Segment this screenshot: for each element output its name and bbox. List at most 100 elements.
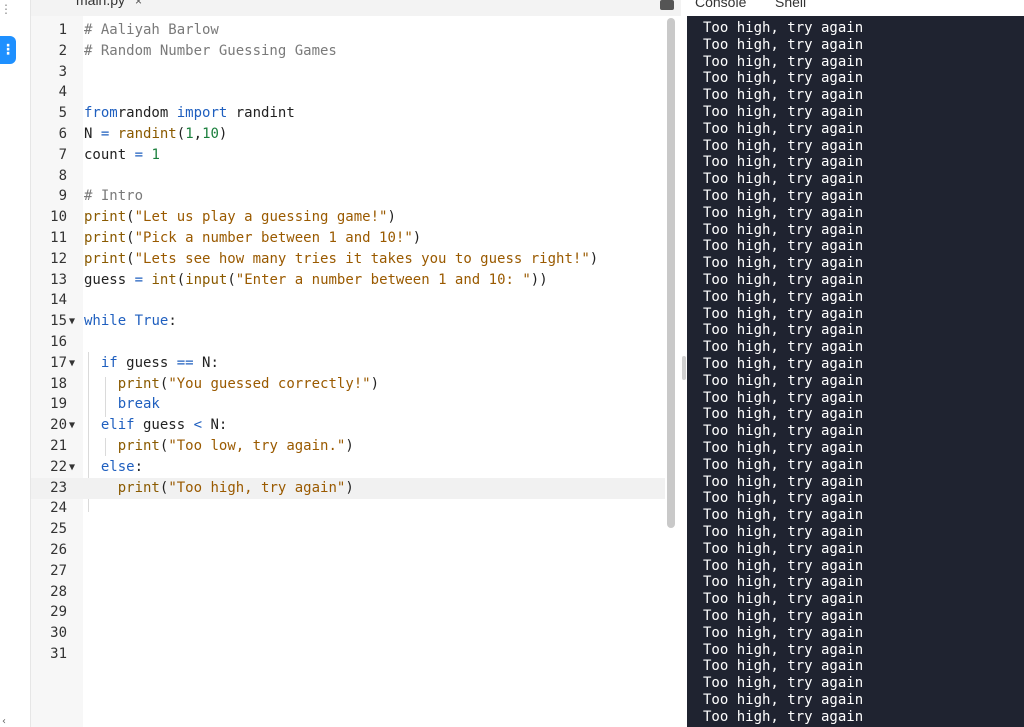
fold-arrow-icon[interactable]: ▼ xyxy=(69,353,75,374)
line-number: 13 xyxy=(50,271,67,288)
fold-arrow-icon[interactable]: ▼ xyxy=(69,311,75,332)
console-output-line: Too high, try again xyxy=(703,591,864,608)
code-text: print("Let us play a guessing game!") xyxy=(84,209,396,226)
line-number: 15 xyxy=(50,313,67,330)
tab-console[interactable]: Console xyxy=(695,0,746,10)
file-tab-bar: main.py × xyxy=(31,0,681,16)
code-line[interactable]: 31 xyxy=(31,644,665,665)
line-number: 7 xyxy=(58,146,67,163)
console-output-line: Too high, try again xyxy=(703,490,864,507)
line-number: 28 xyxy=(50,583,67,600)
code-line[interactable]: 15 ▼ while True: xyxy=(31,311,665,332)
code-line[interactable]: 1 # Aaliyah Barlow xyxy=(31,20,665,41)
code-line[interactable]: 18 print("You guessed correctly!") xyxy=(31,374,665,395)
console-output-line: Too high, try again xyxy=(703,658,864,675)
code-line[interactable]: 21 print("Too low, try again.") xyxy=(31,436,665,457)
line-number: 12 xyxy=(50,250,67,267)
code-text: while True: xyxy=(84,313,177,330)
line-number: 4 xyxy=(58,84,67,101)
console-output-line: Too high, try again xyxy=(703,507,864,524)
line-number: 8 xyxy=(58,167,67,184)
code-line[interactable]: 27 xyxy=(31,561,665,582)
console-output-line: Too high, try again xyxy=(703,339,864,356)
console-output-line: Too high, try again xyxy=(703,624,864,641)
code-line[interactable]: 5 fromrandom import randint xyxy=(31,103,665,124)
console-output-line: Too high, try again xyxy=(703,675,864,692)
code-line[interactable]: 3 xyxy=(31,62,665,83)
left-rail: ⋮ ⋮ ‹ xyxy=(0,0,31,727)
line-number: 23 xyxy=(50,479,67,496)
code-line[interactable]: 10 print("Let us play a guessing game!") xyxy=(31,207,665,228)
line-number: 27 xyxy=(50,562,67,579)
code-line[interactable]: 24 xyxy=(31,498,665,519)
console-output-line: Too high, try again xyxy=(703,423,864,440)
code-line[interactable]: 16 xyxy=(31,332,665,353)
line-number: 26 xyxy=(50,542,67,558)
console-output-line: Too high, try again xyxy=(703,36,864,53)
console-output-line: Too high, try again xyxy=(703,255,864,272)
code-line[interactable]: 20 ▼ elif guess < N: xyxy=(31,415,665,436)
code-line[interactable]: 8 xyxy=(31,166,665,187)
line-number: 22 xyxy=(50,458,67,475)
line-number: 29 xyxy=(50,604,67,621)
code-line[interactable]: 30 xyxy=(31,623,665,644)
code-line[interactable]: 2 # Random Number Guessing Games xyxy=(31,41,665,62)
code-text: # Random Number Guessing Games xyxy=(84,42,337,59)
more-options-icon[interactable]: ⋮ xyxy=(0,2,12,16)
console-output-line: Too high, try again xyxy=(703,120,864,137)
code-line[interactable]: 6 N = randint(1,10) xyxy=(31,124,665,145)
console-output-line: Too high, try again xyxy=(703,171,864,188)
console-toggle-icon[interactable] xyxy=(660,0,674,10)
code-line[interactable]: 26 xyxy=(31,540,665,561)
tab-shell[interactable]: Shell xyxy=(775,0,806,10)
code-line[interactable]: 29 xyxy=(31,602,665,623)
console-output-line: Too high, try again xyxy=(703,440,864,456)
code-text: if guess == N: xyxy=(100,354,219,371)
file-tab-main-py[interactable]: main.py xyxy=(76,0,125,8)
code-line[interactable]: 9 # Intro xyxy=(31,186,665,207)
console-output-line: Too high, try again xyxy=(703,524,864,540)
code-line[interactable]: 23 print("Too high, try again") xyxy=(31,477,665,499)
console-output-line: Too high, try again xyxy=(703,188,864,204)
code-line[interactable]: 12 print("Lets see how many tries it take… xyxy=(31,249,665,270)
console-output-line: Too high, try again xyxy=(703,356,864,372)
console-output-line: Too high, try again xyxy=(703,708,864,725)
console-output-line: Too high, try again xyxy=(703,406,864,423)
code-line[interactable]: 25 xyxy=(31,519,665,540)
code-text: # Aaliyah Barlow xyxy=(84,22,219,38)
code-line[interactable]: 14 xyxy=(31,290,665,311)
editor-scrollbar[interactable] xyxy=(667,18,675,528)
console-output-line: Too high, try again xyxy=(703,137,864,154)
console-output-line: Too high, try again xyxy=(703,204,864,221)
console-output[interactable]: Too high, try again Too high, try again To… xyxy=(687,16,1024,727)
code-editor[interactable]: 1 # Aaliyah Barlow 2 # Random Number Guessi… xyxy=(31,16,665,727)
console-output-line: Too high, try again xyxy=(703,20,864,36)
code-line[interactable]: 17 ▼ if guess == N: xyxy=(31,353,665,374)
code-line[interactable]: 4 xyxy=(31,82,665,103)
menu-toggle-button[interactable]: ⋮ xyxy=(0,36,16,64)
console-header: Console Shell xyxy=(685,0,1024,16)
code-line[interactable]: 7 count = 1 xyxy=(31,145,665,166)
console-output-line: Too high, try again xyxy=(703,305,864,322)
line-number: 11 xyxy=(50,230,67,246)
code-text: print("Too low, try again.") xyxy=(117,438,354,454)
code-line[interactable]: 19 break xyxy=(31,394,665,415)
pane-splitter-handle[interactable] xyxy=(682,356,686,380)
code-line[interactable]: 11 print("Pick a number between 1 and 10!… xyxy=(31,228,665,249)
fold-arrow-icon[interactable]: ▼ xyxy=(69,457,75,478)
console-output-line: Too high, try again xyxy=(703,641,864,658)
line-number: 17 xyxy=(50,354,67,371)
fold-arrow-icon[interactable]: ▼ xyxy=(69,415,75,436)
line-number: 25 xyxy=(50,521,67,538)
code-line[interactable]: 13 guess = int(input("Enter a number betw… xyxy=(31,270,665,291)
code-text: guess = int(input("Enter a number betwee… xyxy=(84,271,548,288)
line-number: 3 xyxy=(58,63,67,80)
line-number: 30 xyxy=(50,625,67,642)
code-line[interactable]: 22 ▼ else: xyxy=(31,457,665,478)
close-tab-icon[interactable]: × xyxy=(135,0,142,8)
line-number: 20 xyxy=(50,417,67,434)
line-number: 2 xyxy=(58,42,67,59)
console-output-line: Too high, try again xyxy=(703,87,864,104)
console-output-line: Too high, try again xyxy=(703,389,864,406)
code-line[interactable]: 28 xyxy=(31,582,665,603)
